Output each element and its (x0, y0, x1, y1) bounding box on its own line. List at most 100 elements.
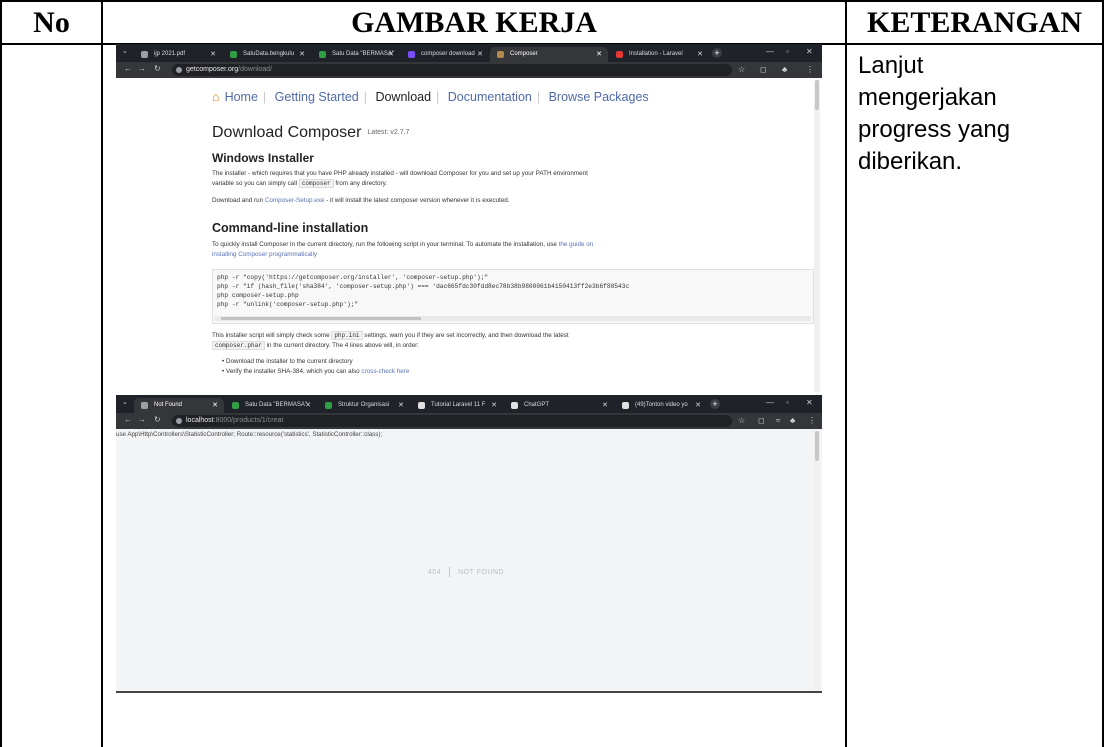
maximize-icon[interactable]: ▫ (786, 398, 789, 407)
error-code: 404 (427, 568, 442, 576)
minimize-icon[interactable]: — (766, 398, 774, 407)
table-col-divider-2 (845, 0, 847, 747)
browser-tab[interactable]: Struktur Organisasi ✕ (318, 398, 410, 413)
tab-favicon-icon (497, 51, 504, 58)
tab-label: ChatGPT (524, 402, 550, 408)
nav-download[interactable]: Download (375, 90, 431, 104)
tab-favicon-icon (230, 51, 237, 58)
minimize-icon[interactable]: — (766, 47, 774, 56)
divider (449, 567, 451, 577)
nav-getting-started[interactable]: Getting Started (275, 90, 359, 104)
keterangan-text: Lanjut mengerjakan progress yang diberik… (858, 50, 1098, 178)
close-icon[interactable]: ✕ (697, 47, 703, 62)
close-icon[interactable]: ✕ (210, 47, 216, 62)
browser-tab-bar: ⌄ Not Found ✕ Satu Data "BERMASA" ✕ Strukt… (116, 395, 822, 413)
close-icon[interactable]: ✕ (212, 398, 218, 413)
list-item: • Download the installer to the current … (222, 358, 353, 365)
header-gambar-kerja: GAMBAR KERJA (351, 6, 597, 39)
url-input[interactable]: localhost:8000/products/1/creat (172, 415, 732, 427)
tab-favicon-icon (141, 402, 148, 409)
browser-tab[interactable]: SatuData.bengkulu ✕ (223, 47, 311, 62)
close-icon[interactable]: ✕ (388, 47, 394, 62)
nav-home[interactable]: Home (225, 90, 258, 104)
bookmark-star-icon[interactable]: ☆ (738, 416, 745, 425)
nav-browse-packages[interactable]: Browse Packages (549, 90, 649, 104)
code-line: php -r "copy('https://getcomposer.org/in… (217, 274, 489, 281)
keterangan-line: Lanjut (858, 52, 924, 79)
cross-check-link[interactable]: cross-check here (361, 368, 409, 375)
url-input[interactable]: getcomposer.org/download/ (172, 64, 732, 76)
error-text: NOT FOUND (458, 568, 505, 576)
browser-tab-active[interactable]: Composer ✕ (490, 47, 608, 62)
install-code-block[interactable]: php -r "copy('https://getcomposer.org/in… (212, 269, 814, 324)
profile-icon[interactable]: ♣ (782, 65, 787, 74)
nav-documentation[interactable]: Documentation (448, 90, 532, 104)
reload-icon[interactable]: ↻ (154, 415, 161, 424)
url-path: :8000/products/1/creat (213, 417, 284, 424)
bookmark-star-icon[interactable]: ☆ (738, 65, 745, 74)
maximize-icon[interactable]: ▫ (786, 47, 789, 56)
version-label: Latest: v2.7.7 (367, 129, 410, 137)
tab-favicon-icon (622, 402, 629, 409)
new-tab-icon[interactable]: + (712, 48, 722, 58)
composer-setup-link[interactable]: Composer-Setup.exe (265, 197, 325, 204)
browser-tab[interactable]: composer download ✕ (401, 47, 489, 62)
close-window-icon[interactable]: ✕ (806, 398, 813, 407)
menu-icon[interactable]: ⋮ (808, 416, 816, 425)
reload-icon[interactable]: ↻ (154, 64, 161, 73)
browser-tab[interactable]: Tutorial Laravel 11 F ✕ (411, 398, 503, 413)
url-host: getcomposer.org (186, 66, 239, 73)
tab-favicon-icon (616, 51, 623, 58)
tab-label: Installation - Laravel (629, 51, 683, 57)
browser-tab[interactable]: Satu Data "BERMASA" ✕ (312, 47, 400, 62)
browser-tab[interactable]: (49)Tonton video yo ✕ (615, 398, 707, 413)
guide-link[interactable]: the guide on (559, 241, 594, 248)
translate-icon[interactable]: ≈ (776, 416, 780, 425)
close-icon[interactable]: ✕ (477, 47, 483, 62)
table-col-divider-1 (101, 0, 103, 747)
tab-search-icon[interactable]: ⌄ (122, 398, 128, 406)
extension-icon[interactable]: ◻ (758, 416, 765, 425)
close-icon[interactable]: ✕ (596, 47, 602, 62)
back-icon[interactable]: ← (124, 415, 132, 424)
browser-tab[interactable]: ChatGPT ✕ (504, 398, 614, 413)
keterangan-line: progress yang (858, 116, 1011, 143)
header-keterangan: KETERANGAN (866, 6, 1083, 39)
close-icon[interactable]: ✕ (491, 398, 497, 413)
new-tab-icon[interactable]: + (710, 399, 720, 409)
page-title: Download Composer Latest: v2.7.7 (212, 124, 410, 141)
forward-icon[interactable]: → (138, 64, 146, 73)
close-window-icon[interactable]: ✕ (806, 47, 813, 56)
extension-icon[interactable]: ◻ (760, 65, 767, 74)
site-info-icon[interactable] (176, 67, 182, 73)
close-icon[interactable]: ✕ (602, 398, 608, 413)
browser-tab-bar: ⌄ ijp 2021.pdf ✕ SatuData.bengkulu ✕ Satu … (116, 44, 822, 62)
browser-tab-active[interactable]: Not Found ✕ (134, 398, 224, 413)
code-line: php -r "unlink('composer-setup.php');" (217, 301, 359, 308)
back-icon[interactable]: ← (124, 64, 132, 73)
tab-search-icon[interactable]: ⌄ (122, 47, 128, 55)
close-icon[interactable]: ✕ (305, 398, 311, 413)
site-info-icon[interactable] (176, 418, 182, 424)
vertical-scrollbar[interactable] (814, 431, 820, 689)
code-horizontal-scrollbar[interactable] (215, 316, 811, 321)
composer-nav: ⌂ Home | Getting Started | Download | Docume… (212, 90, 649, 104)
tab-favicon-icon (319, 51, 326, 58)
profile-icon[interactable]: ♣ (790, 416, 795, 425)
installer-description: This installer script will simply check … (212, 331, 569, 350)
browser-address-bar: ← → ↻ getcomposer.org/download/ ☆ ◻ ♣ ⋮ (116, 62, 822, 78)
menu-icon[interactable]: ⋮ (806, 65, 814, 74)
close-icon[interactable]: ✕ (695, 398, 701, 413)
guide-link-cont[interactable]: installing Composer programmatically (212, 251, 317, 258)
browser-tab[interactable]: Installation - Laravel ✕ (609, 47, 709, 62)
vertical-scrollbar[interactable] (814, 80, 820, 392)
windows-download-text: Download and run Composer-Setup.exe - it… (212, 197, 510, 204)
close-icon[interactable]: ✕ (398, 398, 404, 413)
tab-label: Not Found (154, 402, 183, 408)
forward-icon[interactable]: → (138, 415, 146, 424)
close-icon[interactable]: ✕ (299, 47, 305, 62)
browser-tab[interactable]: ijp 2021.pdf ✕ (134, 47, 222, 62)
table-border-top (0, 0, 1104, 2)
home-icon: ⌂ (212, 90, 220, 104)
browser-tab[interactable]: Satu Data "BERMASA" ✕ (225, 398, 317, 413)
